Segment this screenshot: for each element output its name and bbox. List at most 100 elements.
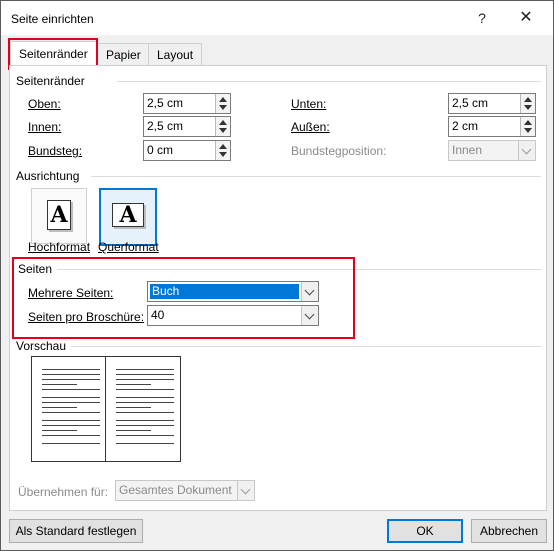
spin-down-icon[interactable] bbox=[219, 152, 227, 157]
preview-text-line bbox=[42, 384, 77, 385]
landscape-label-text: Querformat bbox=[98, 240, 159, 254]
gutter-value: 0 cm bbox=[147, 143, 174, 157]
portrait-option[interactable]: A bbox=[31, 188, 87, 244]
dialog-title: Seite einrichten bbox=[11, 12, 94, 26]
preview-text-line bbox=[42, 443, 100, 444]
margins-group-label: Seitenränder bbox=[16, 74, 85, 88]
ok-label: OK bbox=[416, 524, 434, 538]
spin-down-icon[interactable] bbox=[219, 128, 227, 133]
apply-to-label: Übernehmen für: bbox=[18, 485, 109, 499]
spin-up-icon[interactable] bbox=[524, 120, 532, 125]
tab-layout[interactable]: Layout bbox=[148, 43, 203, 66]
inside-margin-value: 2,5 cm bbox=[147, 119, 184, 133]
preview-text-line bbox=[116, 374, 174, 375]
preview-text-line bbox=[42, 397, 100, 398]
preview-text-line bbox=[116, 389, 174, 390]
preview-text-line bbox=[116, 420, 174, 421]
preview-text-line bbox=[42, 430, 77, 431]
gutter-label: Bundsteg: bbox=[28, 144, 82, 158]
preview-text-line bbox=[116, 407, 151, 408]
portrait-page-glyph: A bbox=[50, 202, 68, 228]
spin-up-icon[interactable] bbox=[219, 144, 227, 149]
outside-margin-label-text: Außen: bbox=[291, 120, 330, 134]
spin-up-icon[interactable] bbox=[524, 97, 532, 102]
outside-margin-value: 2 cm bbox=[452, 119, 479, 133]
gutter-spin-buttons[interactable] bbox=[215, 141, 230, 160]
preview-text-line bbox=[116, 397, 174, 398]
preview-text-line bbox=[42, 389, 100, 390]
spin-up-icon[interactable] bbox=[219, 97, 227, 102]
preview-text-line bbox=[116, 430, 151, 431]
apply-to-value: Gesamtes Dokument bbox=[119, 483, 232, 497]
gutter-position-select: Innen bbox=[448, 140, 536, 161]
divider bbox=[91, 176, 541, 177]
preview-text-line bbox=[42, 425, 100, 426]
preview-text-line bbox=[116, 379, 174, 380]
landscape-page-icon: A bbox=[112, 203, 144, 227]
preview-text-line bbox=[42, 369, 100, 370]
inside-margin-spinner[interactable]: 2,5 cm bbox=[143, 116, 231, 137]
top-margin-spin-buttons[interactable] bbox=[215, 94, 230, 113]
inside-margin-label: Innen: bbox=[28, 120, 61, 134]
preview-text-line bbox=[42, 379, 100, 380]
apply-to-select: Gesamtes Dokument bbox=[115, 480, 255, 501]
pages-highlight-box bbox=[12, 257, 355, 339]
gutter-spinner[interactable]: 0 cm bbox=[143, 140, 231, 161]
chevron-down-icon bbox=[237, 481, 254, 500]
top-margin-spinner[interactable]: 2,5 cm bbox=[143, 93, 231, 114]
spin-down-icon[interactable] bbox=[524, 128, 532, 133]
preview-text-line bbox=[42, 412, 100, 413]
bottom-margin-spinner[interactable]: 2,5 cm bbox=[448, 93, 536, 114]
preview-text-line bbox=[42, 435, 100, 436]
ok-button[interactable]: OK bbox=[387, 519, 463, 543]
tab-paper-label: Papier bbox=[106, 48, 141, 62]
orientation-group-label: Ausrichtung bbox=[16, 169, 80, 183]
preview-text-line bbox=[42, 420, 100, 421]
preview-text-line bbox=[116, 384, 151, 385]
bottom-margin-spin-buttons[interactable] bbox=[520, 94, 535, 113]
preview-group-label: Vorschau bbox=[16, 339, 67, 353]
outside-margin-spin-buttons[interactable] bbox=[520, 117, 535, 136]
preview-text-line bbox=[116, 443, 174, 444]
top-margin-label: Oben: bbox=[28, 97, 61, 111]
preview-text-line bbox=[116, 412, 174, 413]
landscape-option[interactable]: A bbox=[99, 188, 157, 246]
outside-margin-spinner[interactable]: 2 cm bbox=[448, 116, 536, 137]
help-icon[interactable]: ? bbox=[467, 7, 497, 29]
divider bbox=[71, 346, 541, 347]
gutter-label-text: Bundsteg: bbox=[28, 144, 83, 158]
gutter-position-label: Bundstegposition: bbox=[291, 144, 387, 158]
preview-text-line bbox=[116, 435, 174, 436]
preview-text-line bbox=[116, 425, 174, 426]
portrait-label-text: Hochformat bbox=[28, 240, 91, 254]
landscape-page-glyph: A bbox=[119, 202, 137, 228]
cancel-button[interactable]: Abbrechen bbox=[471, 519, 547, 543]
set-as-default-button[interactable]: Als Standard festlegen bbox=[9, 519, 143, 543]
preview-text-line bbox=[116, 369, 174, 370]
outside-margin-label: Außen: bbox=[291, 120, 330, 134]
top-margin-value: 2,5 cm bbox=[147, 96, 184, 110]
close-icon[interactable]: ✕ bbox=[511, 7, 541, 29]
spin-up-icon[interactable] bbox=[219, 120, 227, 125]
top-margin-label-text: Oben: bbox=[28, 97, 61, 111]
inside-margin-label-text: Innen: bbox=[28, 120, 62, 134]
tab-paper[interactable]: Papier bbox=[97, 43, 150, 66]
title-bar: Seite einrichten ? ✕ bbox=[1, 1, 553, 35]
spin-down-icon[interactable] bbox=[524, 105, 532, 110]
landscape-label[interactable]: Querformat bbox=[98, 240, 159, 254]
inside-margin-spin-buttons[interactable] bbox=[215, 117, 230, 136]
bottom-margin-value: 2,5 cm bbox=[452, 96, 489, 110]
preview-text-line bbox=[116, 402, 174, 403]
portrait-label[interactable]: Hochformat bbox=[28, 240, 90, 254]
bottom-margin-label-text: Unten: bbox=[291, 97, 327, 111]
page-setup-dialog: Seite einrichten ? ✕ Seitenränder Papier… bbox=[0, 0, 554, 551]
spin-down-icon[interactable] bbox=[219, 105, 227, 110]
book-spine bbox=[105, 357, 106, 461]
divider bbox=[117, 81, 541, 82]
cancel-label: Abbrechen bbox=[479, 524, 539, 538]
chevron-down-icon bbox=[518, 141, 535, 160]
preview-text-line bbox=[42, 374, 100, 375]
set-as-default-label: Als Standard festlegen bbox=[15, 524, 137, 538]
tab-layout-label: Layout bbox=[157, 48, 194, 62]
bottom-margin-label: Unten: bbox=[291, 97, 326, 111]
